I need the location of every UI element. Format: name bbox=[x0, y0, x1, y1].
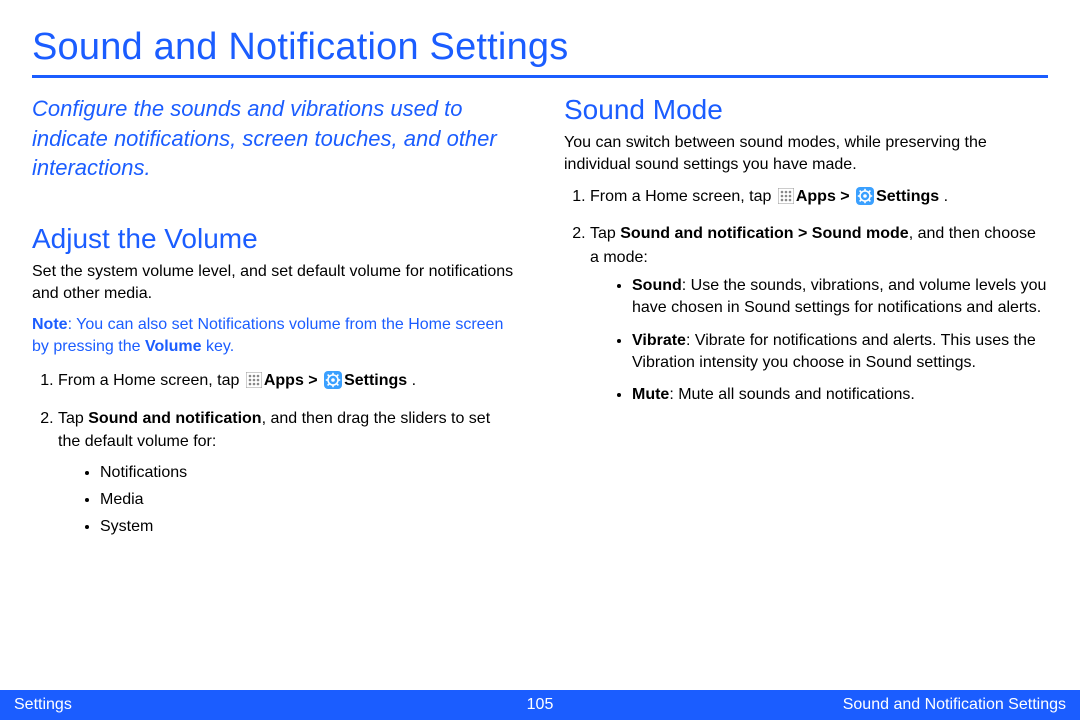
list-item: Media bbox=[100, 486, 516, 513]
heading-sound-mode: Sound Mode bbox=[564, 94, 1048, 126]
apps-icon bbox=[246, 372, 262, 395]
step1-post: . bbox=[407, 372, 416, 389]
bullet-label: Sound bbox=[632, 277, 682, 294]
step-2: Tap Sound and notification, and then dra… bbox=[58, 407, 516, 541]
heading-adjust-volume: Adjust the Volume bbox=[32, 223, 516, 255]
note-bold: Volume bbox=[145, 338, 202, 355]
sound-mode-body: You can switch between sound modes, whil… bbox=[564, 132, 1048, 175]
bullet-text: : Vibrate for notifications and alerts. … bbox=[632, 332, 1036, 371]
settings-label: Settings bbox=[876, 188, 939, 205]
apps-label: Apps > bbox=[796, 188, 854, 205]
list-item: Mute: Mute all sounds and notifications. bbox=[632, 384, 1048, 406]
step1-pre: From a Home screen, tap bbox=[58, 372, 244, 389]
adjust-volume-steps: From a Home screen, tap Apps > Settings … bbox=[32, 369, 516, 540]
mode-bullets: Sound: Use the sounds, vibrations, and v… bbox=[590, 275, 1048, 407]
step-1: From a Home screen, tap Apps > Settings … bbox=[590, 185, 1048, 212]
list-item: Sound: Use the sounds, vibrations, and v… bbox=[632, 275, 1048, 320]
step-1: From a Home screen, tap Apps > Settings … bbox=[58, 369, 516, 396]
note-part1: : You can also set Notifications volume … bbox=[32, 316, 503, 355]
bullet-text: : Use the sounds, vibrations, and volume… bbox=[632, 277, 1046, 316]
settings-icon bbox=[856, 187, 874, 212]
note-label: Note bbox=[32, 316, 68, 333]
bullet-label: Mute bbox=[632, 386, 669, 403]
intro-text: Configure the sounds and vibrations used… bbox=[32, 94, 516, 183]
right-column: Sound Mode You can switch between sound … bbox=[564, 94, 1048, 551]
sound-mode-steps: From a Home screen, tap Apps > Settings … bbox=[564, 185, 1048, 407]
bullet-label: Vibrate bbox=[632, 332, 686, 349]
page-footer: Settings 105 Sound and Notification Sett… bbox=[0, 690, 1080, 720]
settings-label: Settings bbox=[344, 372, 407, 389]
note-text: Note: You can also set Notifications vol… bbox=[32, 314, 516, 357]
settings-icon bbox=[324, 371, 342, 396]
adjust-volume-body: Set the system volume level, and set def… bbox=[32, 261, 516, 304]
step2-pre: Tap bbox=[58, 410, 88, 427]
title-rule bbox=[32, 75, 1048, 78]
footer-left: Settings bbox=[14, 696, 72, 714]
list-item: Vibrate: Vibrate for notifications and a… bbox=[632, 330, 1048, 375]
apps-label: Apps > bbox=[264, 372, 322, 389]
bullet-text: : Mute all sounds and notifications. bbox=[669, 386, 914, 403]
step2-bold: Sound and notification > Sound mode bbox=[620, 225, 908, 242]
note-part2: key. bbox=[202, 338, 235, 355]
columns: Configure the sounds and vibrations used… bbox=[32, 94, 1048, 551]
step1-post: . bbox=[939, 188, 948, 205]
page-number: 105 bbox=[527, 696, 554, 714]
left-column: Configure the sounds and vibrations used… bbox=[32, 94, 516, 551]
step1-pre: From a Home screen, tap bbox=[590, 188, 776, 205]
step2-pre: Tap bbox=[590, 225, 620, 242]
page-title: Sound and Notification Settings bbox=[32, 26, 1048, 69]
footer-right: Sound and Notification Settings bbox=[843, 696, 1066, 714]
step2-bold: Sound and notification bbox=[88, 410, 261, 427]
manual-page: Sound and Notification Settings Configur… bbox=[0, 0, 1080, 720]
volume-bullets: Notifications Media System bbox=[58, 459, 516, 541]
list-item: System bbox=[100, 513, 516, 540]
apps-icon bbox=[778, 188, 794, 211]
step-2: Tap Sound and notification > Sound mode,… bbox=[590, 222, 1048, 406]
list-item: Notifications bbox=[100, 459, 516, 486]
